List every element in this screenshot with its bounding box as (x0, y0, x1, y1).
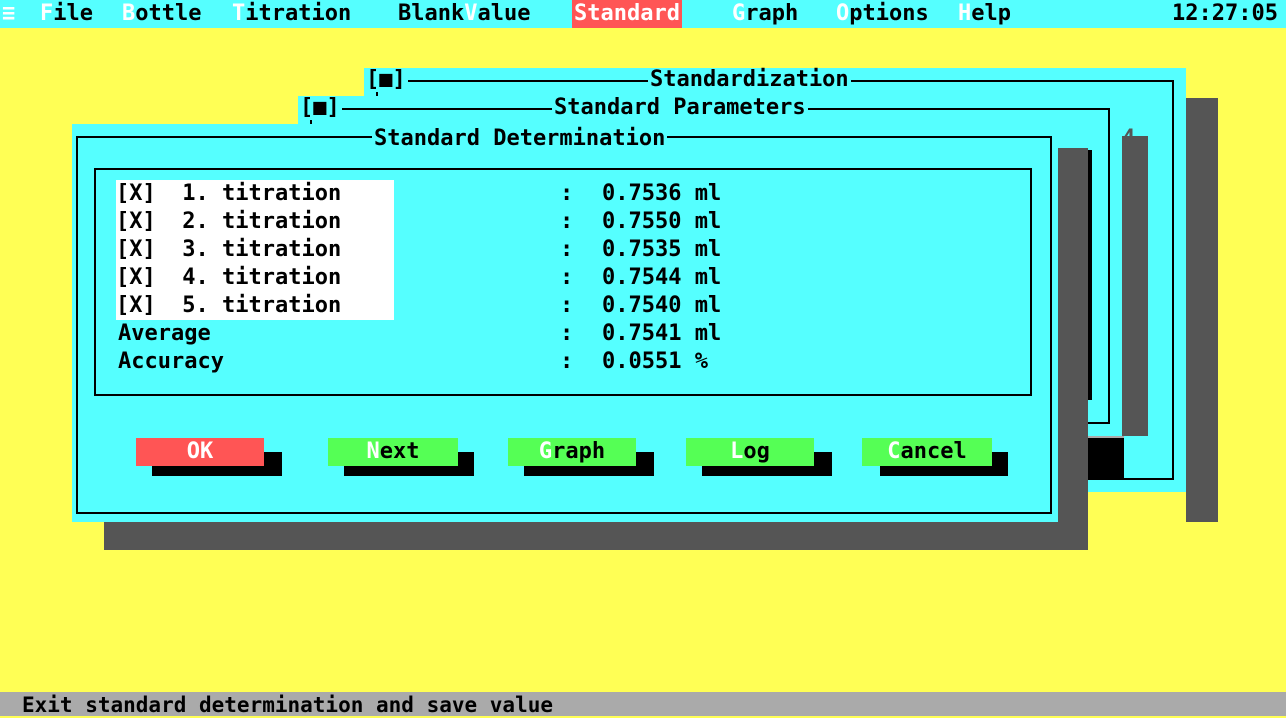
menu-standard[interactable]: Standard (572, 0, 682, 28)
titration-value-5: 0.7540 ml (602, 293, 722, 318)
menu-bar: ≡ File Bottle Titration BlankValue Stand… (0, 0, 1286, 28)
next-button[interactable]: Next (328, 438, 458, 466)
separator: : (560, 181, 574, 206)
window-title: Standard Parameters (552, 95, 808, 120)
window-title: Standardization (648, 67, 851, 92)
menu-help[interactable]: Help (956, 0, 1013, 28)
titration-value-2: 0.7550 ml (602, 209, 722, 234)
menu-options[interactable]: Options (834, 0, 931, 28)
partial-text: 4 (1122, 126, 1136, 151)
dialog-title: Standard Determination (372, 126, 668, 151)
graph-button[interactable]: Graph (508, 438, 636, 466)
cancel-button[interactable]: Cancel (862, 438, 992, 466)
dialog-shadow (1058, 148, 1088, 550)
average-value: 0.7541 ml (602, 321, 722, 346)
menu-file[interactable]: File (38, 0, 95, 28)
titration-value-4: 0.7544 ml (602, 265, 722, 290)
titration-value-3: 0.7535 ml (602, 237, 722, 262)
window-shadow (1120, 136, 1148, 436)
titration-row-1[interactable]: [X] 1. titration (116, 180, 394, 208)
average-label: Average (118, 321, 211, 346)
close-icon[interactable]: [■] (298, 96, 342, 120)
close-icon[interactable]: [■] (364, 68, 408, 92)
menu-bottle[interactable]: Bottle (120, 0, 203, 28)
separator: : (560, 265, 574, 290)
accuracy-value: 0.0551 % (602, 349, 708, 374)
status-text: Exit standard determination and save val… (22, 693, 554, 717)
menu-blank-value[interactable]: BlankValue (396, 0, 532, 28)
window-shadow (1186, 98, 1218, 522)
separator: : (560, 321, 574, 346)
standard-determination-dialog: Standard Determination [X] 1. titration … (72, 124, 1058, 522)
titration-row-5[interactable]: [X] 5. titration (116, 292, 394, 320)
status-bar: Exit standard determination and save val… (0, 692, 1286, 717)
dialog-shadow (104, 522, 1088, 550)
titration-row-4[interactable]: [X] 4. titration (116, 264, 394, 292)
menu-graph[interactable]: Graph (730, 0, 800, 28)
menu-titration[interactable]: Titration (230, 0, 353, 28)
separator: : (560, 209, 574, 234)
separator: : (560, 349, 574, 374)
clock: 12:27:05 (1172, 1, 1278, 26)
system-menu-icon[interactable]: ≡ (0, 0, 17, 28)
titration-row-2[interactable]: [X] 2. titration (116, 208, 394, 236)
titration-row-3[interactable]: [X] 3. titration (116, 236, 394, 264)
titration-value-1: 0.7536 ml (602, 181, 722, 206)
separator: : (560, 293, 574, 318)
accuracy-label: Accuracy (118, 349, 224, 374)
ok-button[interactable]: OK (136, 438, 264, 466)
log-button[interactable]: Log (686, 438, 814, 466)
separator: : (560, 237, 574, 262)
